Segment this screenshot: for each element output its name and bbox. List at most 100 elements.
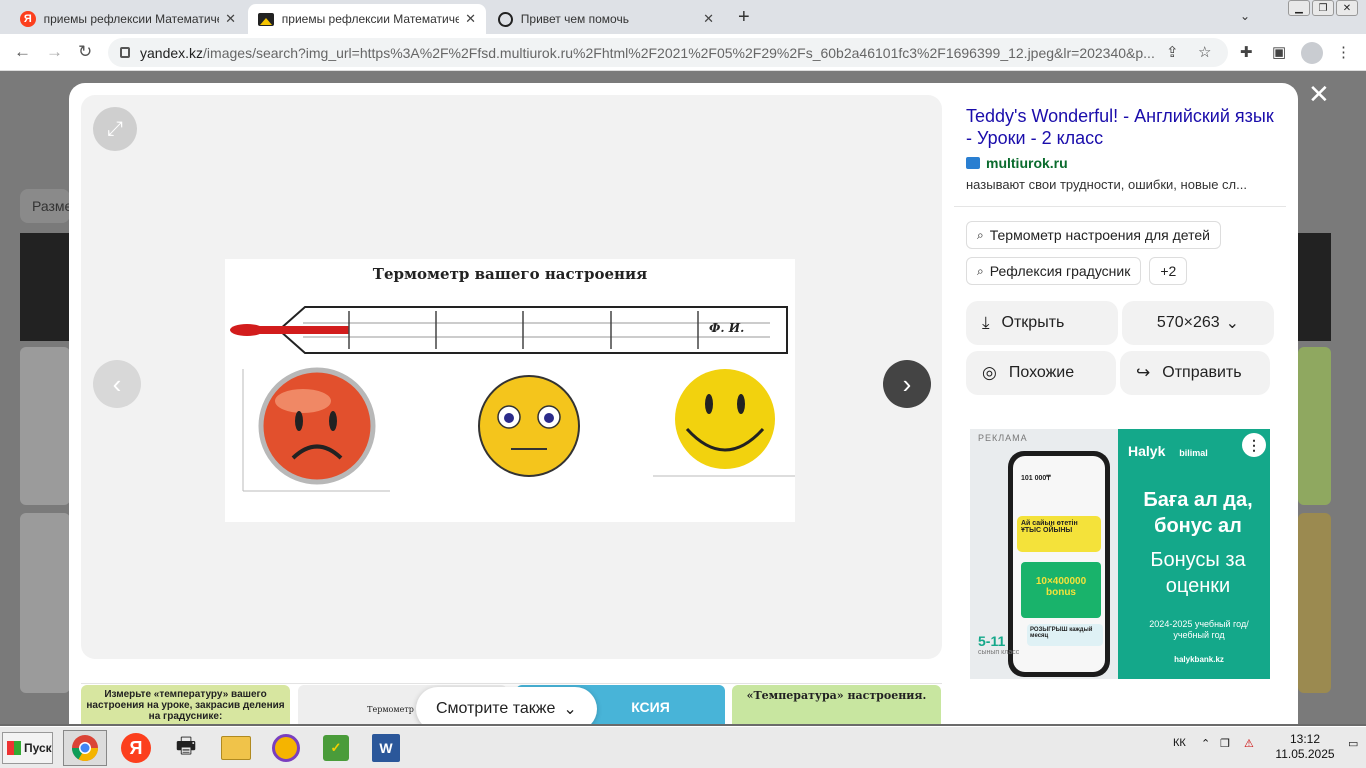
advertisement[interactable]: 101 000₸ Ай сайын өтетін ҰТЫС ОЙЫНЫ 10×4… bbox=[970, 429, 1270, 679]
size-dropdown[interactable]: 570×263 ⌄ bbox=[1122, 301, 1274, 345]
side-panel-icon[interactable]: ▣ bbox=[1272, 43, 1286, 61]
source-description: называют свои трудности, ошибки, новые с… bbox=[966, 177, 1247, 192]
action-row-1: ⤓ Открыть 570×263 ⌄ bbox=[966, 301, 1274, 345]
next-image-button[interactable]: › bbox=[883, 360, 931, 408]
tab-2-label: приемы рефлексии Математическ bbox=[281, 12, 460, 26]
tab-search-chevron-icon[interactable]: ⌄ bbox=[1240, 9, 1250, 23]
image-info-panel: Teddy's Wonderful! - Английский язык - У… bbox=[954, 95, 1286, 405]
forward-icon[interactable]: → bbox=[46, 42, 63, 62]
related-query-chip[interactable]: ⌕ Термометр настроения для детей bbox=[966, 221, 1221, 249]
ad-grade-sub: сынып класс bbox=[978, 649, 1020, 656]
background-tile bbox=[1298, 233, 1331, 341]
address-bar[interactable]: yandex.kz/images/search?img_url=https%3A… bbox=[108, 38, 1228, 67]
size-label: 570×263 bbox=[1156, 314, 1220, 331]
close-icon[interactable]: ✕ bbox=[703, 11, 714, 27]
tab-2[interactable]: приемы рефлексии Математическ ✕ bbox=[248, 4, 486, 34]
thumbnail-text: Измерьте «температуру» вашего настроения… bbox=[86, 689, 285, 722]
clock-date: 11.05.2025 bbox=[1275, 747, 1335, 761]
share-button[interactable]: ↪ Отправить bbox=[1120, 351, 1270, 395]
chrome-taskbar-icon[interactable] bbox=[63, 730, 107, 766]
close-viewer-icon[interactable]: ✕ bbox=[1308, 79, 1330, 110]
ad-image-area: 101 000₸ Ай сайын өтетін ҰТЫС ОЙЫНЫ 10×4… bbox=[970, 429, 1118, 679]
thumbnail[interactable]: «Температура» настроения. bbox=[732, 685, 941, 724]
restore-icon[interactable]: ❐ bbox=[1312, 0, 1334, 16]
url-text[interactable]: yandex.kz/images/search?img_url=https%3A… bbox=[140, 45, 1160, 61]
more-queries-chip[interactable]: +2 bbox=[1149, 257, 1188, 285]
related-query-chip[interactable]: ⌕ Рефлексия градусник bbox=[966, 257, 1142, 285]
thumbnail-text: КСИЯ bbox=[631, 699, 670, 715]
clipboard-icon[interactable]: ❐ bbox=[1220, 737, 1230, 750]
phone-card-2: РОЗЫГРЫШ каждый месяц bbox=[1027, 624, 1103, 646]
camera-lens-icon: ◎ bbox=[982, 363, 997, 382]
ad-url: halykbank.kz bbox=[1174, 655, 1224, 664]
phone-amount: 101 000₸ bbox=[1021, 475, 1051, 482]
app-taskbar-icon[interactable] bbox=[264, 730, 308, 766]
phone-screen: 101 000₸ Ай сайын өтетін ҰТЫС ОЙЫНЫ 10×4… bbox=[1013, 456, 1105, 672]
start-button[interactable]: Пуск bbox=[2, 732, 53, 764]
ad-grade: 5-11 сынып класс bbox=[978, 633, 1019, 656]
ad-menu-icon[interactable]: ⋮ bbox=[1242, 433, 1266, 457]
printer-taskbar-icon[interactable]: 🖶 bbox=[164, 730, 208, 766]
close-icon[interactable]: ✕ bbox=[465, 11, 476, 27]
chrome-icon bbox=[71, 735, 99, 762]
similar-button[interactable]: ◎ Похожие bbox=[966, 351, 1116, 395]
download-icon: ⤓ bbox=[982, 313, 990, 332]
see-also-button[interactable]: Смотрите также ⌄ bbox=[416, 687, 597, 724]
tray-expand-icon[interactable]: ⌃ bbox=[1201, 737, 1210, 750]
share-icon[interactable]: ⇪ bbox=[1166, 43, 1179, 61]
thumbnail[interactable]: Измерьте «температуру» вашего настроения… bbox=[81, 685, 290, 724]
show-desktop-icon[interactable]: ▭ bbox=[1348, 737, 1358, 750]
divider bbox=[954, 206, 1286, 207]
expand-icon[interactable]: ⤢ bbox=[93, 107, 137, 151]
printer-icon: 🖶 bbox=[175, 733, 197, 758]
language-indicator[interactable]: КК bbox=[1173, 737, 1186, 749]
bilimal-logo-text: bilimal bbox=[1179, 448, 1208, 458]
yandex-icon: Я bbox=[20, 11, 36, 27]
search-icon: ⌕ bbox=[977, 227, 984, 242]
chatgpt-icon bbox=[498, 11, 513, 27]
clock[interactable]: 13:12 11.05.2025 bbox=[1270, 732, 1340, 762]
profile-avatar[interactable] bbox=[1301, 42, 1323, 64]
app-taskbar-icon-2[interactable]: ✓ bbox=[314, 730, 358, 766]
ad-headline-kz: Баға ал да, бонус ал bbox=[1143, 489, 1253, 537]
new-tab-button[interactable]: + bbox=[738, 6, 750, 29]
book-icon bbox=[966, 157, 980, 169]
previous-image-button[interactable]: ‹ bbox=[93, 360, 141, 408]
extensions-icon[interactable]: ✚ bbox=[1240, 43, 1253, 61]
tab-3-label: Привет чем помочь bbox=[520, 12, 629, 26]
phone-bonus: 10×400000 bonus bbox=[1021, 562, 1101, 618]
menu-dots-icon[interactable]: ⋮ bbox=[1336, 43, 1351, 61]
open-label: Открыть bbox=[1001, 314, 1065, 331]
source-title-link[interactable]: Teddy's Wonderful! - Английский язык - У… bbox=[966, 105, 1274, 149]
window-controls: ▁ ❐ ✕ bbox=[1288, 0, 1358, 16]
action-row-2: ◎ Похожие ↪ Отправить bbox=[966, 351, 1274, 395]
minimize-icon[interactable]: ▁ bbox=[1288, 0, 1310, 16]
explorer-taskbar-icon[interactable] bbox=[214, 730, 258, 766]
network-icon[interactable]: ⚠ bbox=[1244, 737, 1254, 750]
tab-3[interactable]: Привет чем помочь ✕ bbox=[488, 4, 724, 34]
image-icon bbox=[258, 12, 274, 26]
share-arrow-icon: ↪ bbox=[1136, 363, 1151, 382]
ad-headline-ru: Бонусы за оценки bbox=[1150, 549, 1246, 597]
background-tile bbox=[20, 513, 70, 693]
word-taskbar-icon[interactable]: W bbox=[364, 730, 408, 766]
back-icon[interactable]: ← bbox=[14, 42, 31, 62]
tab-1[interactable]: Я приемы рефлексии Математическ ✕ bbox=[10, 4, 246, 34]
source-site[interactable]: multiurok.ru bbox=[966, 155, 1274, 171]
chevron-down-icon: ⌄ bbox=[563, 701, 577, 718]
checkbook-icon: ✓ bbox=[323, 735, 349, 761]
background-tile bbox=[20, 347, 70, 505]
windows-logo-icon bbox=[7, 741, 21, 755]
background-tile bbox=[20, 233, 70, 341]
yandex-browser-taskbar-icon[interactable]: Я bbox=[114, 730, 158, 766]
close-window-icon[interactable]: ✕ bbox=[1336, 0, 1358, 16]
search-icon: ⌕ bbox=[977, 263, 984, 278]
close-icon[interactable]: ✕ bbox=[225, 11, 236, 27]
background-tile bbox=[1298, 513, 1331, 693]
reload-icon[interactable]: ↻ bbox=[78, 42, 92, 62]
yandex-icon: Я bbox=[121, 733, 151, 763]
open-button[interactable]: ⤓ Открыть bbox=[966, 301, 1118, 345]
bookmark-star-icon[interactable]: ☆ bbox=[1198, 43, 1211, 61]
image-viewer-modal: ⤢ ‹ › Термометр вашего настроения Ф. И. … bbox=[69, 83, 1298, 724]
similar-label: Похожие bbox=[1008, 364, 1075, 381]
